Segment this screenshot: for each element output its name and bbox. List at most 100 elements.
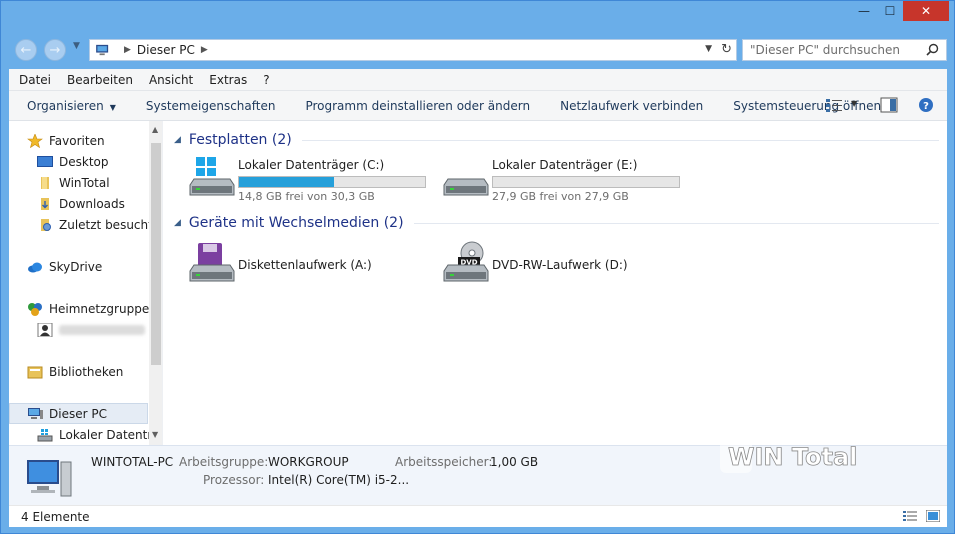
menu-ansicht[interactable]: Ansicht: [149, 73, 193, 87]
nav-item-dieser-pc[interactable]: Dieser PC: [9, 403, 148, 424]
menu-help[interactable]: ?: [263, 73, 269, 87]
title-bar[interactable]: — ☐ ✕: [1, 1, 954, 31]
drive-usage-fill: [239, 177, 334, 187]
drive-space-info: 27,9 GB frei von 27,9 GB: [492, 190, 629, 203]
address-bar[interactable]: ▶ Dieser PC ▶ ▼ ↻: [89, 39, 737, 61]
group-header-festplatten[interactable]: ◢ Festplatten (2): [174, 130, 939, 150]
computer-large-icon: [27, 460, 72, 497]
nav-item-skydrive[interactable]: SkyDrive: [27, 256, 162, 277]
dvd-drive-icon: DVD: [443, 241, 489, 282]
hard-drive-windows-icon: [189, 157, 235, 196]
breadcrumb-dieser-pc[interactable]: Dieser PC: [137, 43, 195, 57]
help-icon[interactable]: ?: [917, 97, 935, 113]
menu-bar: Datei Bearbeiten Ansicht Extras ?: [9, 69, 947, 91]
drive-c[interactable]: Lokaler Datenträger (C:) 14,8 GB frei vo…: [186, 155, 436, 203]
status-bar: 4 Elemente: [9, 505, 947, 527]
collapse-caret-icon[interactable]: ◢: [174, 218, 181, 228]
nav-item-bibliotheken[interactable]: Bibliotheken: [27, 361, 162, 382]
explorer-window: — ☐ ✕ ← → ▼ ▶ Dieser PC ▶ ▼ ↻ "Dieser PC…: [0, 0, 955, 534]
memory-row: Arbeitsspeicher:: [395, 455, 492, 469]
drive-name: Lokaler Datenträger (E:): [492, 158, 638, 172]
cloud-icon: [28, 262, 42, 272]
arrow-right-icon: →: [49, 42, 61, 58]
forward-button[interactable]: →: [44, 39, 66, 61]
nav-item-zuletzt-besucht[interactable]: Zuletzt besucht: [37, 214, 162, 235]
nav-label: Desktop: [59, 154, 109, 169]
search-input[interactable]: "Dieser PC" durchsuchen: [742, 39, 947, 61]
menu-extras[interactable]: Extras: [209, 73, 247, 87]
view-options-chevron-down-icon[interactable]: ▼: [851, 99, 857, 108]
scroll-up-icon[interactable]: ▲: [152, 125, 158, 134]
drive-a[interactable]: Diskettenlaufwerk (A:): [186, 241, 436, 289]
desktop-icon: [37, 155, 53, 167]
homegroup-icon: [28, 302, 42, 316]
group-divider: [301, 139, 939, 141]
blurred-username: [59, 324, 145, 335]
recent-locations-button[interactable]: ▼: [73, 41, 80, 51]
floppy-drive-icon: [189, 243, 235, 282]
organize-button[interactable]: Organisieren ▼: [27, 99, 116, 113]
organize-label: Organisieren: [27, 98, 104, 113]
nav-item-homegroup-user[interactable]: [37, 319, 162, 340]
nav-label: Dieser PC: [49, 406, 107, 421]
map-network-drive-button[interactable]: Netzlaufwerk verbinden: [560, 99, 703, 113]
downloads-folder-icon: [41, 197, 49, 210]
item-count: 4 Elemente: [21, 509, 90, 524]
uninstall-program-button[interactable]: Programm deinstallieren oder ändern: [305, 99, 530, 113]
control-panel-button[interactable]: Systemsteuerung öffnen: [733, 99, 881, 113]
collapse-caret-icon[interactable]: ◢: [174, 135, 181, 145]
nav-scrollbar[interactable]: ▲ ▼: [149, 121, 162, 445]
group-header-wechselmedien[interactable]: ◢ Geräte mit Wechselmedien (2): [174, 213, 939, 233]
drive-name: DVD-RW-Laufwerk (D:): [492, 258, 628, 272]
breadcrumb-chevron-icon[interactable]: ▶: [201, 45, 208, 55]
nav-item-lokaler-datentraeger[interactable]: Lokaler Datenträger: [37, 424, 149, 445]
workgroup-label: Arbeitsgruppe:: [179, 455, 269, 469]
breadcrumb-chevron-icon: ▶: [124, 45, 131, 55]
maximize-button[interactable]: ☐: [877, 1, 903, 21]
address-dropdown-button[interactable]: ▼: [705, 44, 712, 54]
nav-label: Lokaler Datenträger: [59, 427, 149, 442]
nav-item-favoriten[interactable]: Favoriten: [27, 130, 162, 151]
drive-windows-icon: [37, 428, 53, 441]
system-properties-button[interactable]: Systemeigenschaften: [146, 99, 276, 113]
cpu-row: Prozessor:: [203, 473, 264, 487]
workgroup-row: Arbeitsgruppe:: [179, 455, 268, 469]
refresh-button[interactable]: ↻: [721, 42, 732, 57]
drive-usage-bar: [238, 176, 426, 188]
nav-label: Bibliotheken: [49, 364, 124, 379]
nav-label: WinTotal: [59, 175, 110, 190]
menu-datei[interactable]: Datei: [19, 73, 51, 87]
navigation-pane: Favoriten Desktop WinTotal Downloads Zul…: [9, 121, 163, 445]
cpu-label: Prozessor:: [203, 473, 265, 487]
memory-value: 1,00 GB: [490, 455, 539, 469]
scrollbar-thumb[interactable]: [151, 143, 161, 365]
nav-label: Heimnetzgruppe: [49, 301, 150, 316]
back-button[interactable]: ←: [15, 39, 37, 61]
address-row: ← → ▼ ▶ Dieser PC ▶ ▼ ↻ "Dieser PC" durc…: [9, 37, 949, 63]
watermark-text: WIN Total: [728, 443, 857, 471]
group-title: Festplatten (2): [188, 132, 292, 148]
search-icon[interactable]: [926, 43, 939, 56]
view-options-icon[interactable]: [825, 97, 843, 113]
nav-item-wintotal[interactable]: WinTotal: [37, 172, 162, 193]
nav-label: Favoriten: [49, 133, 105, 148]
chevron-down-icon: ▼: [109, 102, 116, 112]
large-icons-view-icon[interactable]: [926, 510, 940, 522]
svg-text:?: ?: [923, 101, 929, 112]
drive-d[interactable]: DVD DVD-RW-Laufwerk (D:): [440, 241, 690, 289]
menu-bearbeiten[interactable]: Bearbeiten: [67, 73, 133, 87]
content-area: Favoriten Desktop WinTotal Downloads Zul…: [9, 121, 947, 445]
drive-name: Diskettenlaufwerk (A:): [238, 258, 372, 272]
details-view-icon[interactable]: [903, 510, 917, 522]
scroll-down-icon[interactable]: ▼: [152, 430, 158, 439]
nav-item-desktop[interactable]: Desktop: [37, 151, 162, 172]
minimize-button[interactable]: —: [851, 1, 877, 21]
nav-item-heimnetzgruppe[interactable]: Heimnetzgruppe: [27, 298, 162, 319]
drive-space-info: 14,8 GB frei von 30,3 GB: [238, 190, 375, 203]
close-button[interactable]: ✕: [903, 1, 949, 21]
drive-e[interactable]: Lokaler Datenträger (E:) 27,9 GB frei vo…: [440, 155, 690, 203]
search-placeholder: "Dieser PC" durchsuchen: [750, 43, 900, 57]
preview-pane-icon[interactable]: [880, 97, 898, 113]
nav-item-downloads[interactable]: Downloads: [37, 193, 162, 214]
recent-places-icon: [41, 218, 51, 231]
